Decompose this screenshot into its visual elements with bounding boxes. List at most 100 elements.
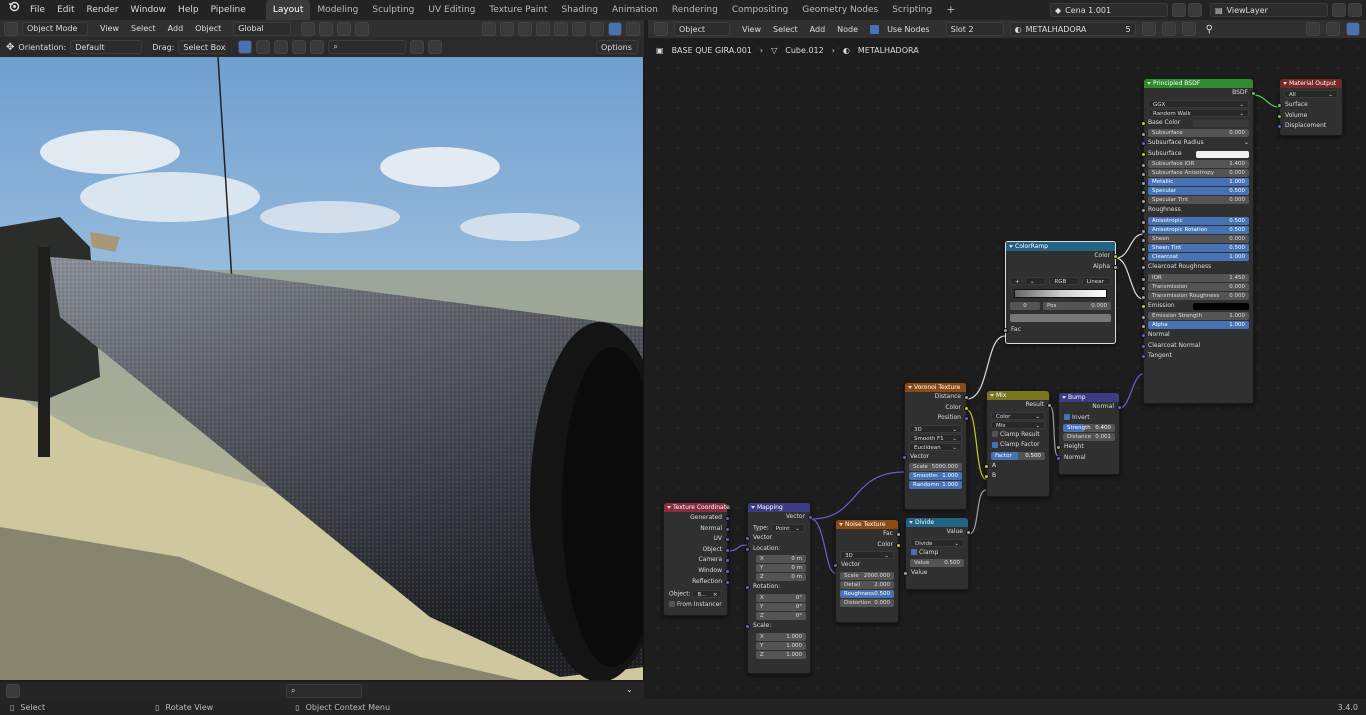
socket[interactable] [984, 463, 989, 469]
socket[interactable] [964, 395, 969, 400]
dimensions-dropdown[interactable]: 3D ⌄ [909, 424, 962, 433]
socket[interactable] [1141, 141, 1146, 147]
scale-field[interactable]: Scale 2000.000 [840, 571, 894, 580]
tab-shading[interactable]: Shading [554, 0, 605, 20]
blend-mode-dropdown[interactable]: Mix ⌄ [991, 420, 1045, 429]
xray-icon[interactable] [536, 21, 550, 36]
socket[interactable] [745, 546, 750, 552]
invert-checkbox[interactable] [1064, 414, 1070, 421]
new-material-icon[interactable] [1161, 22, 1176, 36]
transform-orientation-selector[interactable]: Global [233, 21, 292, 36]
clamp-result-row[interactable]: Clamp Result [987, 430, 1049, 441]
randomness-field[interactable]: Randomn 1.000 [909, 481, 962, 490]
alpha-field[interactable]: Alpha 1.000 [1148, 321, 1249, 330]
socket[interactable] [745, 623, 750, 629]
shading-solid-icon[interactable] [572, 21, 586, 36]
from-instancer-row[interactable]: From Instancer [664, 600, 727, 611]
type-dropdown[interactable]: Point ⌄ [770, 523, 805, 532]
socket[interactable] [1141, 237, 1146, 243]
socket[interactable] [1047, 403, 1052, 408]
blender-logo-icon[interactable] [0, 0, 24, 20]
new-viewlayer-icon[interactable] [1332, 3, 1346, 17]
smoothness-field[interactable]: Smoothn 1.000 [909, 472, 962, 481]
voronoi-texture-node[interactable]: Voronoi Texture Distance Color Position … [902, 382, 969, 510]
socket[interactable] [1277, 113, 1282, 119]
socket[interactable] [1277, 103, 1282, 108]
shader-type-selector[interactable]: Object [674, 22, 730, 36]
snap-icon[interactable] [319, 21, 334, 36]
transmission-roughness-field[interactable]: Transmission Roughness 0.000 [1148, 291, 1249, 300]
socket[interactable] [745, 536, 750, 542]
shading-material-icon[interactable] [590, 21, 604, 36]
distribution-dropdown[interactable]: GGX ⌄ [1148, 99, 1249, 108]
socket[interactable] [1141, 276, 1146, 282]
tab-animation[interactable]: Animation [605, 0, 665, 20]
new-scene-icon[interactable] [1172, 3, 1186, 17]
socket[interactable] [1141, 199, 1146, 205]
scale-field[interactable]: Scale 5000.000 [909, 463, 962, 472]
base-color-swatch[interactable] [1193, 119, 1249, 127]
viewport-menu-add[interactable]: Add [168, 24, 184, 33]
menu-help[interactable]: Help [172, 0, 205, 20]
shading-options-icon[interactable] [626, 21, 640, 36]
material-output-node[interactable]: Material Output All ⌄ Surface Volume Disp… [1277, 78, 1343, 136]
funnel-icon[interactable] [428, 40, 443, 54]
socket[interactable] [964, 405, 969, 411]
node-menu-select[interactable]: Select [773, 25, 798, 34]
roughness-field[interactable]: Roughness 0.500 [840, 589, 894, 598]
socket[interactable] [1141, 163, 1146, 169]
dimensions-dropdown[interactable]: 3D ⌄ [840, 551, 894, 560]
snap-target-icon[interactable] [337, 21, 352, 36]
tab-sculpting[interactable]: Sculpting [365, 0, 421, 20]
clearcoat-field[interactable]: Clearcoat 1.000 [1148, 252, 1249, 261]
divide-node[interactable]: Divide Value Divide ⌄ Clamp Value 0.500 Va… [903, 517, 971, 590]
menu-render[interactable]: Render [81, 0, 125, 20]
viewport-menu-select[interactable]: Select [131, 24, 156, 33]
move-tool-icon[interactable]: ✥ [6, 42, 14, 53]
filter-icon[interactable] [410, 40, 425, 54]
interpolation-dropdown[interactable]: Linear [1081, 277, 1112, 286]
principled-bsdf-node[interactable]: Principled BSDF BSDF GGX ⌄ Random Walk ⌄ B… [1141, 78, 1256, 404]
socket[interactable] [1141, 255, 1146, 261]
socket[interactable] [1141, 228, 1146, 234]
select-mode-extend-icon[interactable] [256, 40, 271, 54]
socket[interactable] [896, 542, 901, 548]
specular-field[interactable]: Specular 0.500 [1148, 187, 1249, 196]
shading-wireframe-icon[interactable] [554, 21, 568, 36]
expand-icon[interactable]: ⌄ [626, 685, 633, 694]
editor-type-icon[interactable] [4, 21, 18, 36]
socket[interactable] [1141, 294, 1146, 300]
overlay-icon[interactable] [518, 21, 532, 36]
tab-modeling[interactable]: Modeling [310, 0, 365, 20]
anisotropic-field[interactable]: Anisotropic 0.500 [1148, 216, 1249, 225]
select-mode-invert-icon[interactable] [292, 40, 307, 54]
viewport-menu-view[interactable]: View [100, 24, 119, 33]
bump-node[interactable]: Bump Normal Invert Strength 0.400 Distanc… [1056, 392, 1122, 475]
node-menu-add[interactable]: Add [810, 25, 826, 34]
socket[interactable] [1003, 328, 1008, 334]
location-z-field[interactable]: Z 0 m [756, 573, 806, 582]
timeline-search-input[interactable]: ⌕ [286, 684, 362, 698]
socket[interactable] [745, 585, 750, 591]
metallic-field[interactable]: Metallic 1.000 [1148, 178, 1249, 187]
socket[interactable] [1113, 264, 1118, 270]
noise-texture-node[interactable]: Noise Texture Fac Color 3D ⌄ Vector Scale… [833, 519, 901, 623]
socket[interactable] [1141, 172, 1146, 178]
socket[interactable] [1141, 151, 1146, 157]
material-selector[interactable]: ◐ METALHADORA 5 [1009, 22, 1136, 36]
socket[interactable] [896, 532, 901, 537]
select-mode-set-icon[interactable] [238, 40, 253, 54]
socket[interactable] [1141, 264, 1146, 270]
from-instancer-checkbox[interactable] [669, 601, 675, 608]
socket[interactable] [903, 571, 908, 577]
location-y-field[interactable]: Y 0 m [756, 564, 806, 573]
subsurface-color-swatch[interactable] [1196, 150, 1249, 158]
subsurface-field[interactable]: Subsurface 0.000 [1148, 129, 1249, 138]
proportional-edit-icon[interactable] [355, 21, 370, 36]
node-overlay-icon[interactable] [1346, 22, 1360, 36]
menu-pipeline[interactable]: Pipeline [205, 0, 252, 20]
pin-icon[interactable]: ⚲ [1206, 24, 1213, 35]
strength-field[interactable]: Strength 0.400 [1063, 424, 1115, 433]
socket[interactable] [1277, 124, 1282, 130]
snap-toggle-icon[interactable] [1306, 22, 1320, 36]
